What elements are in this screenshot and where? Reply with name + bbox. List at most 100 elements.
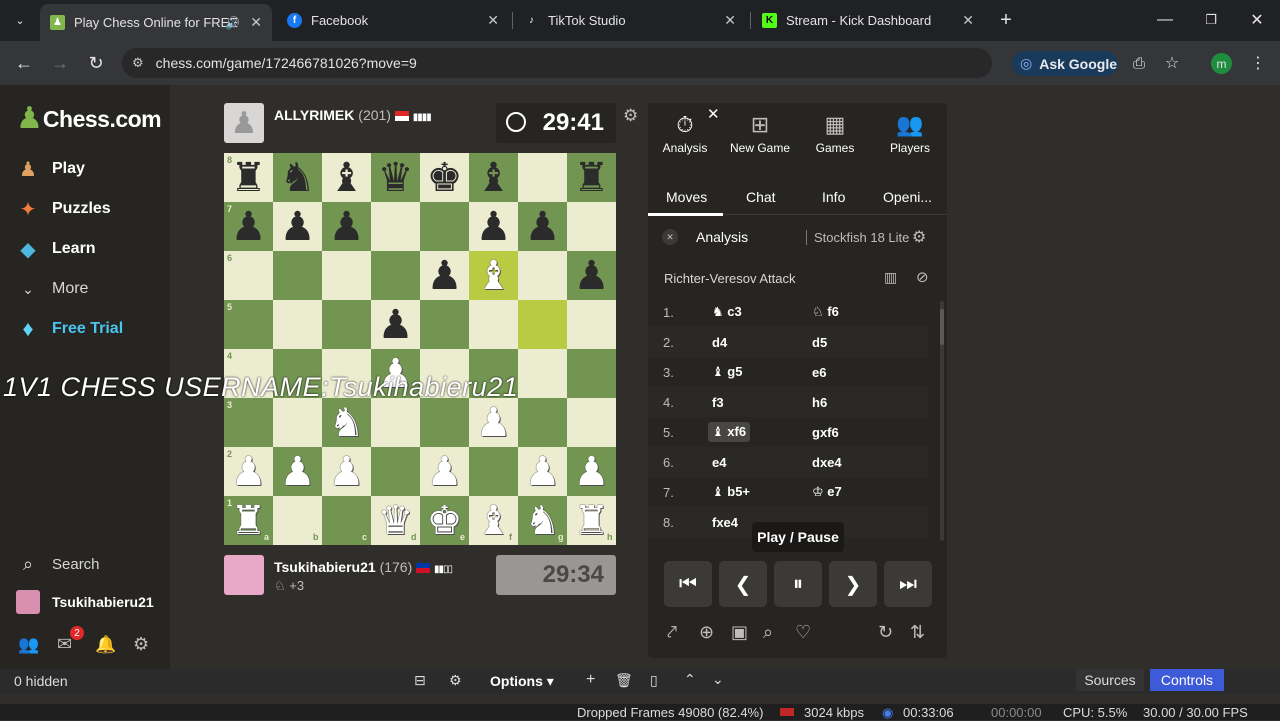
black-move[interactable]: ♔ e7 bbox=[812, 484, 842, 500]
obs-layout-icon[interactable]: ⊟ bbox=[414, 672, 426, 689]
zoom-analysis-icon[interactable]: ⌕ bbox=[763, 622, 773, 643]
white-move[interactable]: d4 bbox=[712, 335, 727, 350]
board-square-d7[interactable] bbox=[371, 202, 420, 251]
favorite-heart-icon[interactable]: ♡ bbox=[795, 622, 811, 643]
board-settings-gear-icon[interactable]: ⚙ bbox=[623, 106, 638, 126]
black-pawn-piece[interactable]: ♟ bbox=[567, 251, 616, 300]
mail-icon[interactable]: ✉ bbox=[57, 634, 72, 655]
black-move[interactable]: h6 bbox=[812, 395, 827, 410]
black-king-piece[interactable]: ♚ bbox=[420, 153, 469, 202]
tab-tiktok[interactable]: ♪ TikTok Studio ✕ bbox=[514, 6, 746, 35]
white-move[interactable]: ♝ g5 bbox=[712, 364, 742, 380]
install-app-icon[interactable]: ⎙ bbox=[1128, 52, 1150, 74]
tab-facebook[interactable]: f Facebook ✕ bbox=[277, 6, 509, 35]
board-square-e7[interactable] bbox=[420, 202, 469, 251]
tab-players[interactable]: 👥 Players bbox=[873, 103, 947, 161]
refresh-icon[interactable]: ↻ bbox=[878, 622, 893, 643]
sidebar-search[interactable]: ⌕ Search bbox=[16, 552, 100, 576]
first-move-button[interactable]: ⏮ bbox=[664, 561, 712, 607]
tab-info[interactable]: Info bbox=[822, 189, 845, 205]
last-move-button[interactable]: ⏭ bbox=[884, 561, 932, 607]
obs-add-icon[interactable]: + bbox=[586, 671, 595, 689]
ask-google-button[interactable]: ◎ Ask Google bbox=[1012, 51, 1118, 76]
friends-icon[interactable]: 👥 bbox=[18, 635, 39, 655]
explorer-compass-icon[interactable]: ⊘ bbox=[916, 268, 929, 286]
board-square-c6[interactable] bbox=[322, 251, 371, 300]
white-pawn-piece[interactable]: ♟ bbox=[273, 447, 322, 496]
black-pawn-piece[interactable]: ♟ bbox=[371, 300, 420, 349]
white-move[interactable]: ♝ xf6 bbox=[708, 422, 751, 442]
site-info-icon[interactable]: ⚙ bbox=[132, 55, 144, 71]
white-pawn-piece[interactable]: ♟ bbox=[322, 447, 371, 496]
white-pawn-piece[interactable]: ♟ bbox=[469, 398, 518, 447]
board-square-h4[interactable] bbox=[567, 349, 616, 398]
white-bishop-piece[interactable]: ♝ bbox=[469, 251, 518, 300]
obs-properties-icon[interactable]: ▯ bbox=[650, 672, 658, 689]
board-square-b3[interactable] bbox=[273, 398, 322, 447]
forward-button[interactable]: → bbox=[48, 51, 72, 75]
profile-avatar[interactable]: m bbox=[1211, 53, 1232, 74]
board-square-h3[interactable] bbox=[567, 398, 616, 447]
flip-board-icon[interactable]: ⇅ bbox=[910, 622, 925, 643]
obs-controls-tab[interactable]: Controls bbox=[1150, 669, 1224, 691]
tab-new-game[interactable]: ⊞ New Game bbox=[723, 103, 797, 161]
board-square-d2[interactable] bbox=[371, 447, 420, 496]
white-pawn-piece[interactable]: ♟ bbox=[567, 447, 616, 496]
black-pawn-piece[interactable]: ♟ bbox=[273, 202, 322, 251]
obs-up-icon[interactable]: ⌃ bbox=[684, 671, 696, 688]
sidebar-item-more[interactable]: ⌄ More bbox=[16, 277, 88, 301]
black-bishop-piece[interactable]: ♝ bbox=[322, 153, 371, 202]
bottom-player-name[interactable]: Tsukihabieru21 (176) ▮▮▯▯ bbox=[274, 559, 453, 575]
black-move[interactable]: e6 bbox=[812, 365, 826, 380]
obs-down-icon[interactable]: ⌄ bbox=[712, 671, 724, 688]
close-icon[interactable]: ✕ bbox=[250, 14, 262, 31]
opening-book-icon[interactable]: ▥ bbox=[884, 269, 897, 286]
sidebar-item-play[interactable]: ♟ Play bbox=[16, 157, 85, 181]
black-pawn-piece[interactable]: ♟ bbox=[469, 202, 518, 251]
top-player-name[interactable]: ALLYRIMEK (201) ▮▮▮▮ bbox=[274, 107, 432, 123]
tab-kick[interactable]: K Stream - Kick Dashboard ✕ bbox=[752, 6, 984, 35]
chesscom-logo[interactable]: ♟ Chess.com bbox=[16, 104, 162, 134]
reload-button[interactable]: ↻ bbox=[84, 51, 108, 75]
white-move[interactable]: ♝ b5+ bbox=[712, 484, 750, 500]
play-pause-button[interactable]: ⏸ bbox=[774, 561, 822, 607]
scrollbar-thumb[interactable] bbox=[940, 309, 944, 345]
chess-board[interactable]: ♜ ♞ ♝ ♛ ♚ ♝ ♜ 8 ♟ ♟ ♟ ♟ ♟ 7 ♟ ♝ ♟ 6 ♟ 5 ♟ 4 ♞ ♟ 3 ♟ ♟ ♟ ♟ ♟ ♟ 2 ♜ ♛ ♚ ♝ ♞ ♜ 1 a… bbox=[224, 153, 616, 545]
address-bar[interactable]: ⚙ chess.com/game/172466781026?move=9 bbox=[122, 48, 992, 78]
black-move[interactable]: d5 bbox=[812, 335, 827, 350]
sidebar-item-learn[interactable]: ◆ Learn bbox=[16, 237, 95, 261]
settings-gear-icon[interactable]: ⚙ bbox=[133, 634, 149, 655]
analysis-close-icon[interactable]: ✕ bbox=[662, 229, 678, 245]
black-knight-piece[interactable]: ♞ bbox=[273, 153, 322, 202]
white-move[interactable]: fxe4 bbox=[712, 515, 738, 530]
new-tab-button[interactable]: + bbox=[994, 8, 1018, 32]
board-square-g4[interactable] bbox=[518, 349, 567, 398]
black-pawn-piece[interactable]: ♟ bbox=[518, 202, 567, 251]
engine-settings-gear-icon[interactable]: ⚙ bbox=[912, 227, 926, 247]
top-player-avatar[interactable]: ♟ bbox=[224, 103, 264, 143]
close-analysis-icon[interactable]: ✕ bbox=[707, 105, 720, 123]
board-square-d3[interactable] bbox=[371, 398, 420, 447]
bookmark-star-icon[interactable]: ☆ bbox=[1161, 52, 1183, 74]
moves-scrollbar[interactable] bbox=[940, 301, 944, 541]
board-square-e5[interactable] bbox=[420, 300, 469, 349]
tab-chess[interactable]: ♟ Play Chess Online for FREE 🔊 ✕ bbox=[40, 4, 272, 41]
tab-search-button[interactable]: ⌄ bbox=[8, 8, 32, 32]
board-square-g6[interactable] bbox=[518, 251, 567, 300]
tab-openings[interactable]: Openi... bbox=[883, 189, 932, 205]
black-bishop-piece[interactable]: ♝ bbox=[469, 153, 518, 202]
close-icon[interactable]: ✕ bbox=[487, 12, 499, 29]
next-move-button[interactable]: ❯ bbox=[829, 561, 877, 607]
board-square-f5[interactable] bbox=[469, 300, 518, 349]
browser-menu-icon[interactable]: ⋮ bbox=[1248, 52, 1268, 74]
board-square-e3[interactable] bbox=[420, 398, 469, 447]
white-knight-piece[interactable]: ♞ bbox=[322, 398, 371, 447]
minimize-button[interactable]: — bbox=[1150, 8, 1180, 32]
bottom-player-avatar[interactable] bbox=[224, 555, 264, 595]
black-move[interactable]: dxe4 bbox=[812, 455, 842, 470]
restore-button[interactable]: ❐ bbox=[1196, 8, 1226, 32]
board-square-g8[interactable] bbox=[518, 153, 567, 202]
image-export-icon[interactable]: ▣ bbox=[731, 622, 748, 643]
obs-options-button[interactable]: Options ▾ bbox=[490, 673, 554, 690]
add-to-library-icon[interactable]: ⊕ bbox=[699, 622, 714, 643]
